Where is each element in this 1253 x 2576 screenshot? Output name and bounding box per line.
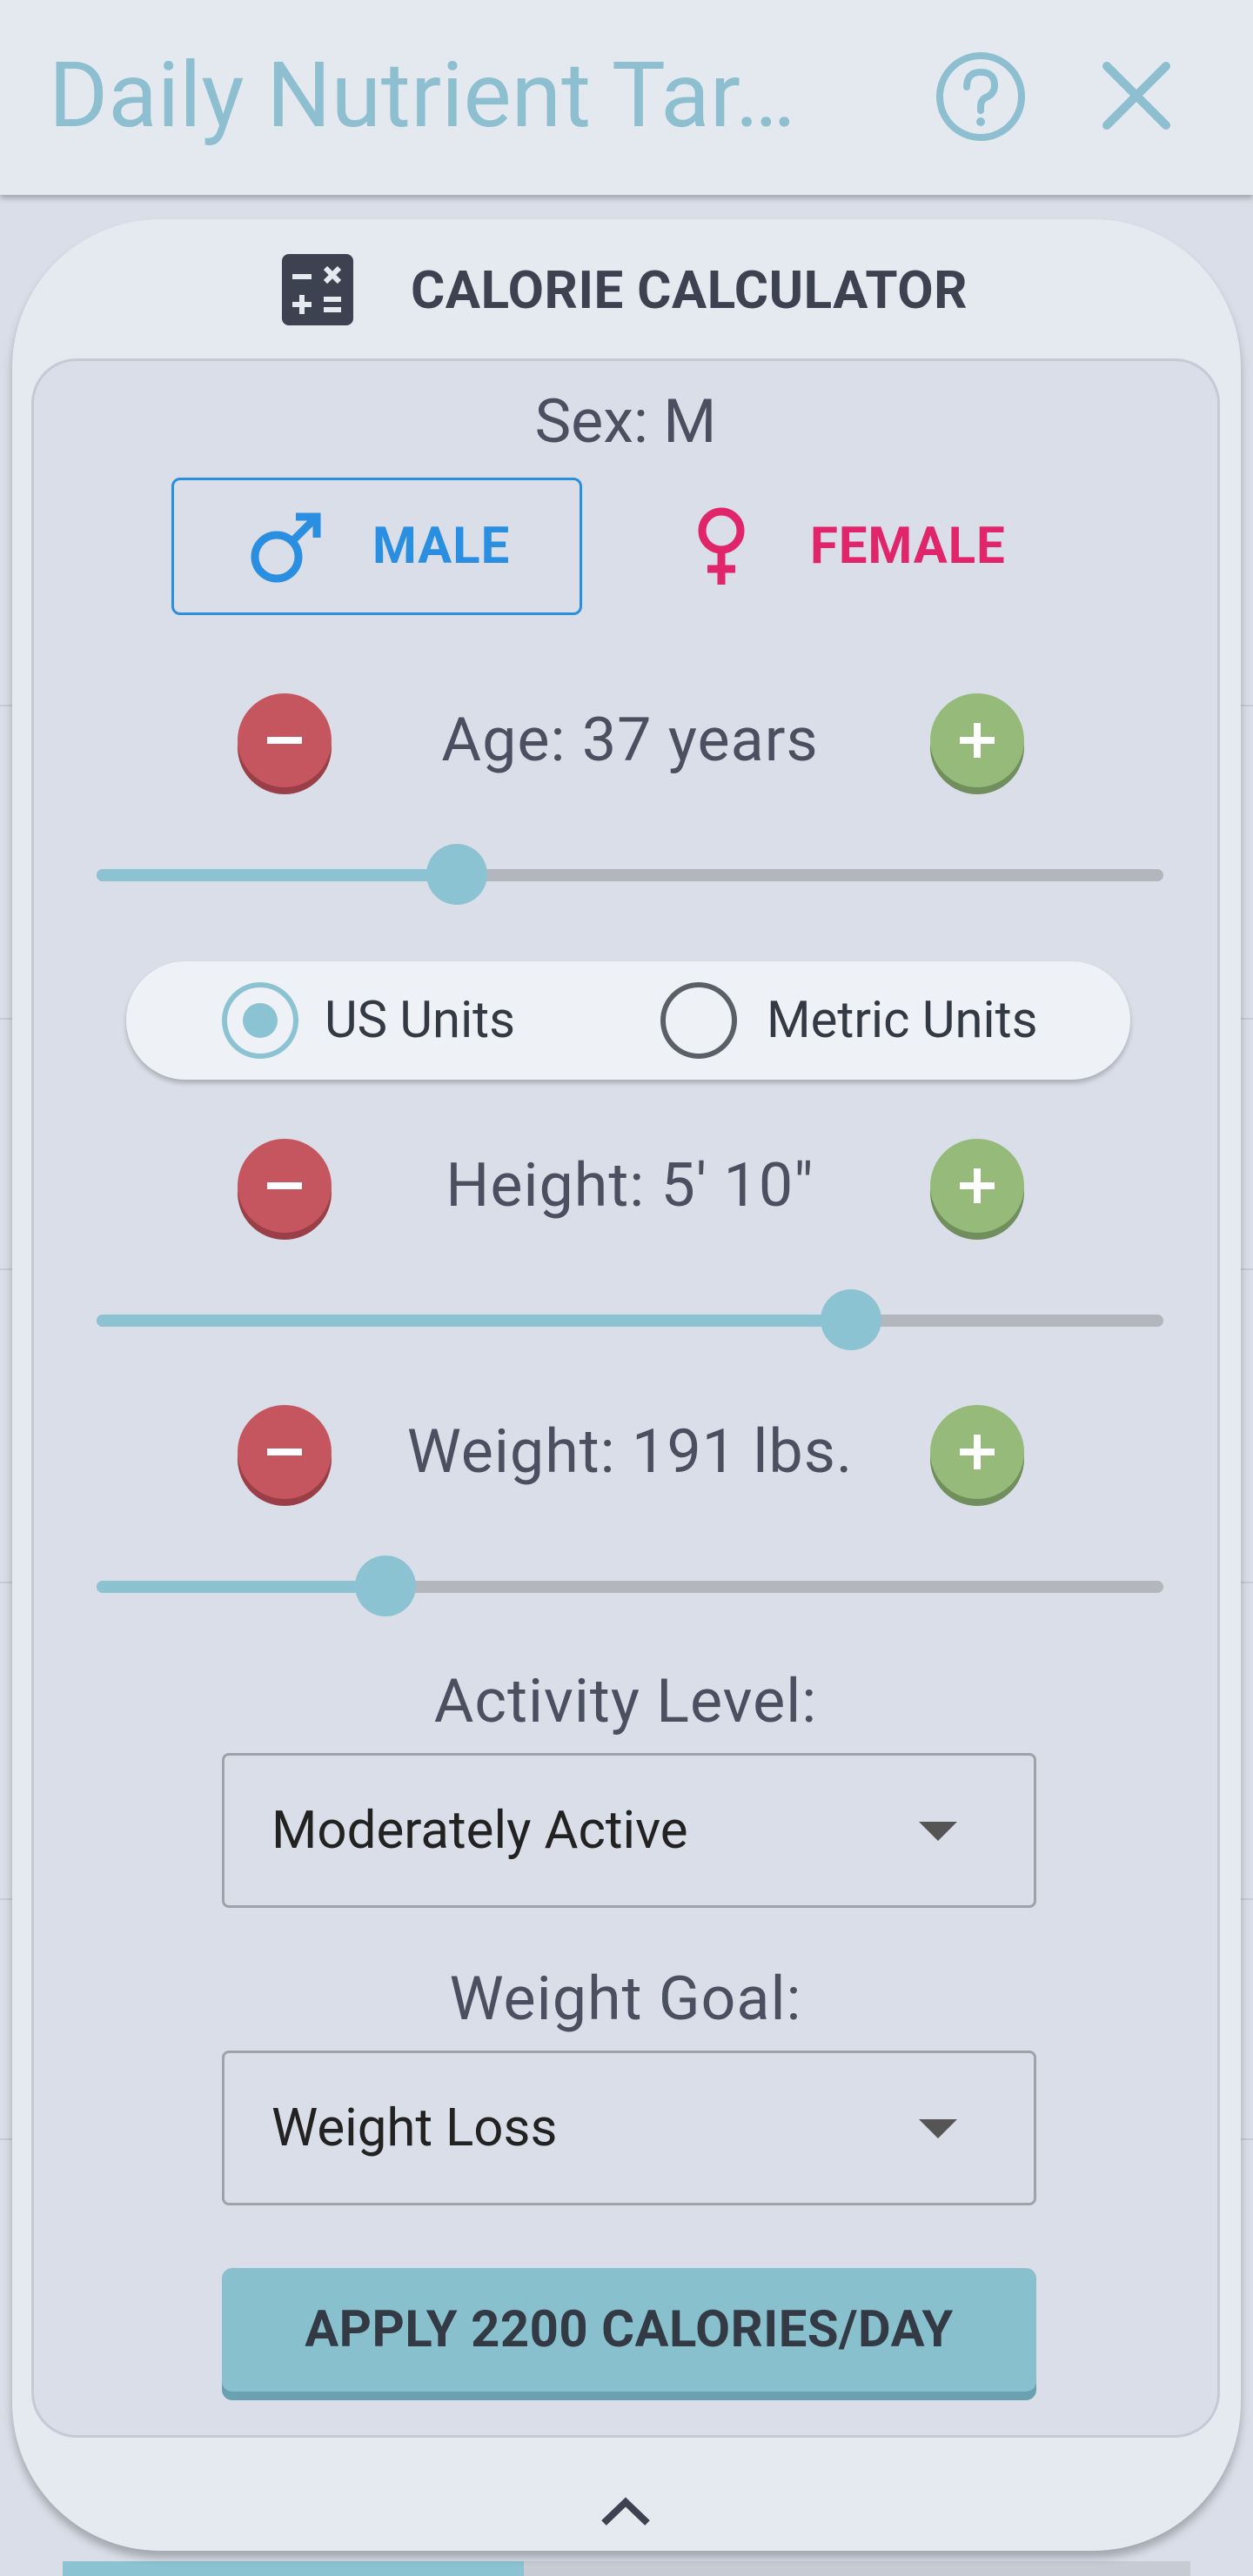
minus-icon [267,737,302,744]
activity-level-label: Activity Level: [433,1666,818,1737]
height-slider-thumb[interactable] [820,1289,881,1350]
plus-icon [960,1168,995,1203]
weight-goal-label: Weight Goal: [449,1964,802,2035]
male-label: MALE [372,517,511,576]
plus-icon [960,723,995,758]
weight-decrease-button[interactable] [238,1405,332,1499]
height-decrease-button[interactable] [238,1139,332,1233]
chevron-up-icon [601,2497,650,2526]
weight-goal-value: Weight Loss [271,2097,558,2158]
minus-icon [267,1449,302,1455]
age-slider-thumb[interactable] [426,844,488,905]
height-increase-button[interactable] [930,1139,1024,1233]
age-slider-fill [97,869,458,881]
plus-icon [960,1435,995,1469]
height-label: Height: 5' 10" [446,1150,814,1221]
age-label: Age: 37 years [441,705,819,776]
apply-calories-button[interactable]: APPLY 2200 CALORIES/DAY [222,2268,1036,2392]
activity-level-value: Moderately Active [271,1799,688,1861]
help-button[interactable] [935,49,1027,144]
calculator-form: Sex: M MALE FEMALE Age: 37 years US Unit… [31,358,1220,2438]
height-slider[interactable] [97,1289,1163,1350]
age-increase-button[interactable] [930,693,1024,787]
calorie-calculator-card: CALORIE CALCULATOR Sex: M MALE FEMALE Ag… [12,219,1241,2551]
app-header: Daily Nutrient Tar… [0,0,1253,195]
us-units-radio[interactable] [222,982,298,1059]
background-progress-bar [63,2561,1190,2576]
minus-icon [267,1182,302,1189]
sex-label: Sex: M [534,386,717,458]
weight-slider[interactable] [97,1556,1163,1616]
age-slider[interactable] [97,844,1163,905]
male-symbol-icon [251,512,321,583]
page-title: Daily Nutrient Tar… [49,43,796,149]
caret-down-icon [919,2119,957,2138]
height-stepper: Height: 5' 10" [34,1134,1217,1238]
help-circle-icon [936,52,1025,141]
metric-units-radio[interactable] [660,982,737,1059]
activity-level-select[interactable]: Moderately Active [222,1753,1036,1908]
units-toggle: US Units Metric Units [126,961,1130,1080]
female-label: FEMALE [810,517,1006,576]
age-decrease-button[interactable] [238,693,332,787]
close-icon [1102,62,1170,130]
weight-increase-button[interactable] [930,1405,1024,1499]
weight-goal-select[interactable]: Weight Loss [222,2051,1036,2205]
us-units-label[interactable]: US Units [325,961,515,1080]
weight-stepper: Weight: 191 lbs. [34,1400,1217,1504]
height-slider-fill [97,1315,851,1327]
age-stepper: Age: 37 years [34,688,1217,793]
card-header[interactable]: CALORIE CALCULATOR [12,219,1241,358]
weight-slider-thumb[interactable] [355,1556,417,1616]
female-symbol-icon [698,507,745,585]
weight-label: Weight: 191 lbs. [406,1416,854,1488]
calculator-icon [282,254,353,325]
weight-slider-fill [97,1581,386,1593]
caret-down-icon [919,1822,957,1841]
metric-units-label[interactable]: Metric Units [767,961,1038,1080]
male-button[interactable]: MALE [171,478,582,615]
collapse-button[interactable] [586,2485,665,2537]
card-title: CALORIE CALCULATOR [411,259,968,321]
female-button[interactable]: FEMALE [660,478,1113,615]
close-button[interactable] [1091,50,1182,141]
